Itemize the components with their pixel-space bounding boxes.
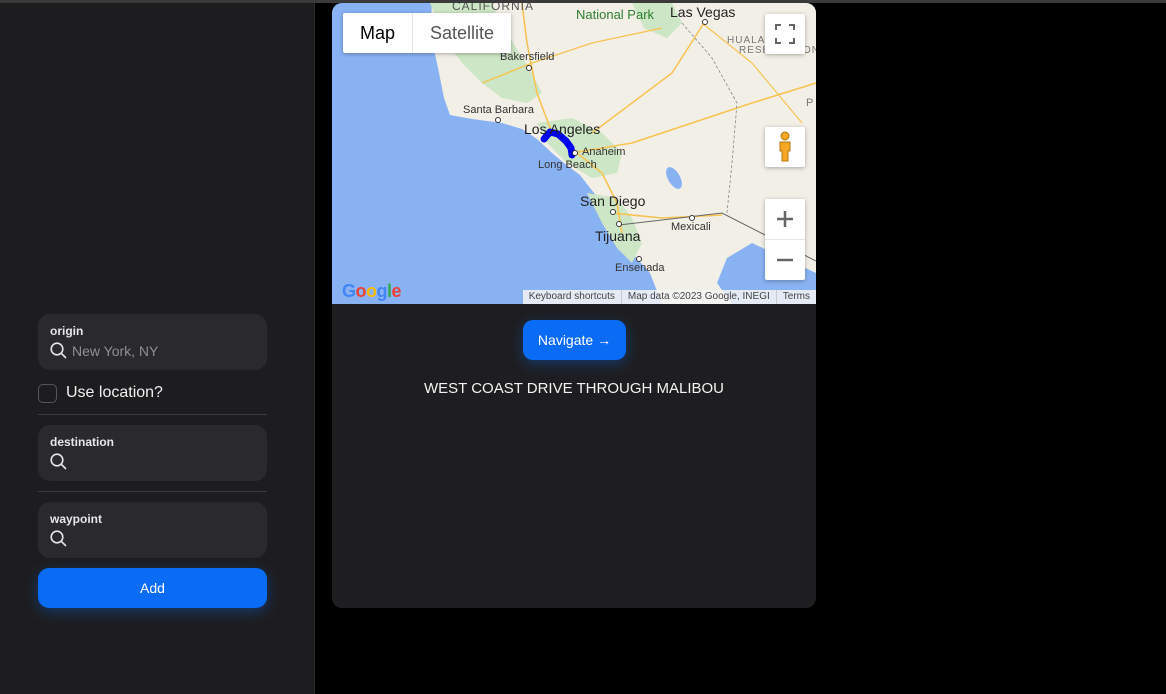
map-label-los-angeles: Los Angeles — [524, 121, 601, 137]
map-label-tijuana: Tijuana — [595, 228, 641, 244]
zoom-in-button[interactable] — [765, 200, 805, 240]
map-label-mexicali: Mexicali — [671, 221, 711, 233]
origin-field[interactable]: origin — [38, 314, 267, 370]
destination-input[interactable] — [72, 452, 257, 472]
map-label-ensenada: Ensenada — [615, 262, 665, 274]
destination-field[interactable]: destination — [38, 425, 267, 481]
waypoint-field[interactable]: waypoint — [38, 502, 267, 558]
pegman-icon — [779, 131, 791, 162]
fullscreen-button[interactable] — [765, 14, 805, 54]
divider — [38, 414, 267, 415]
destination-label: destination — [50, 435, 115, 449]
search-icon — [50, 453, 67, 470]
map-label-santa-barbara: Santa Barbara — [463, 104, 534, 116]
map-label-san-diego: San Diego — [580, 193, 646, 209]
map-type-satellite-tab[interactable]: Satellite — [413, 13, 511, 53]
map-data-text: Map data ©2023 Google, INEGI — [620, 290, 776, 304]
route-title: WEST COAST DRIVE THROUGH MALIBOU — [423, 380, 725, 397]
use-location-checkbox[interactable] — [38, 383, 57, 403]
map-label-national-park: National Park — [576, 7, 655, 22]
fullscreen-icon — [775, 24, 795, 44]
zoom-in-icon — [777, 211, 793, 227]
use-location-label: Use location? — [66, 384, 163, 401]
use-location-row[interactable]: Use location? — [38, 382, 163, 404]
sidebar: origin Use location? destination waypoin… — [0, 3, 315, 694]
terms-link[interactable]: Terms — [775, 290, 816, 304]
google-logo: Google — [342, 281, 402, 301]
route-card: CALIFORNIA National Park Las Vegas HUALA… — [332, 3, 816, 608]
street-view-button[interactable] — [765, 127, 805, 167]
map-label-california: CALIFORNIA — [452, 3, 535, 13]
keyboard-shortcuts-link[interactable]: Keyboard shortcuts — [523, 290, 621, 304]
zoom-control — [765, 199, 805, 280]
search-icon — [50, 530, 67, 547]
waypoint-input[interactable] — [72, 529, 257, 549]
zoom-out-button[interactable] — [765, 240, 805, 280]
navigate-button[interactable]: Navigate → — [523, 320, 626, 360]
origin-label: origin — [50, 324, 84, 338]
waypoint-label: waypoint — [50, 512, 103, 526]
map-type-control: Map Satellite — [343, 13, 512, 53]
divider — [38, 491, 267, 492]
map-view[interactable]: CALIFORNIA National Park Las Vegas HUALA… — [332, 3, 816, 304]
map-label-anaheim: Anaheim — [582, 146, 626, 158]
origin-input[interactable] — [72, 341, 257, 361]
search-icon — [50, 342, 67, 359]
map-label-las-vegas: Las Vegas — [670, 4, 736, 20]
map-attribution: Keyboard shortcuts Map data ©2023 Google… — [522, 290, 816, 304]
map-label-long-beach: Long Beach — [538, 159, 597, 171]
add-button[interactable]: Add — [38, 568, 267, 608]
map-label-edge: P — [806, 97, 814, 109]
map-type-map-tab[interactable]: Map — [343, 13, 414, 53]
zoom-out-icon — [777, 258, 793, 261]
